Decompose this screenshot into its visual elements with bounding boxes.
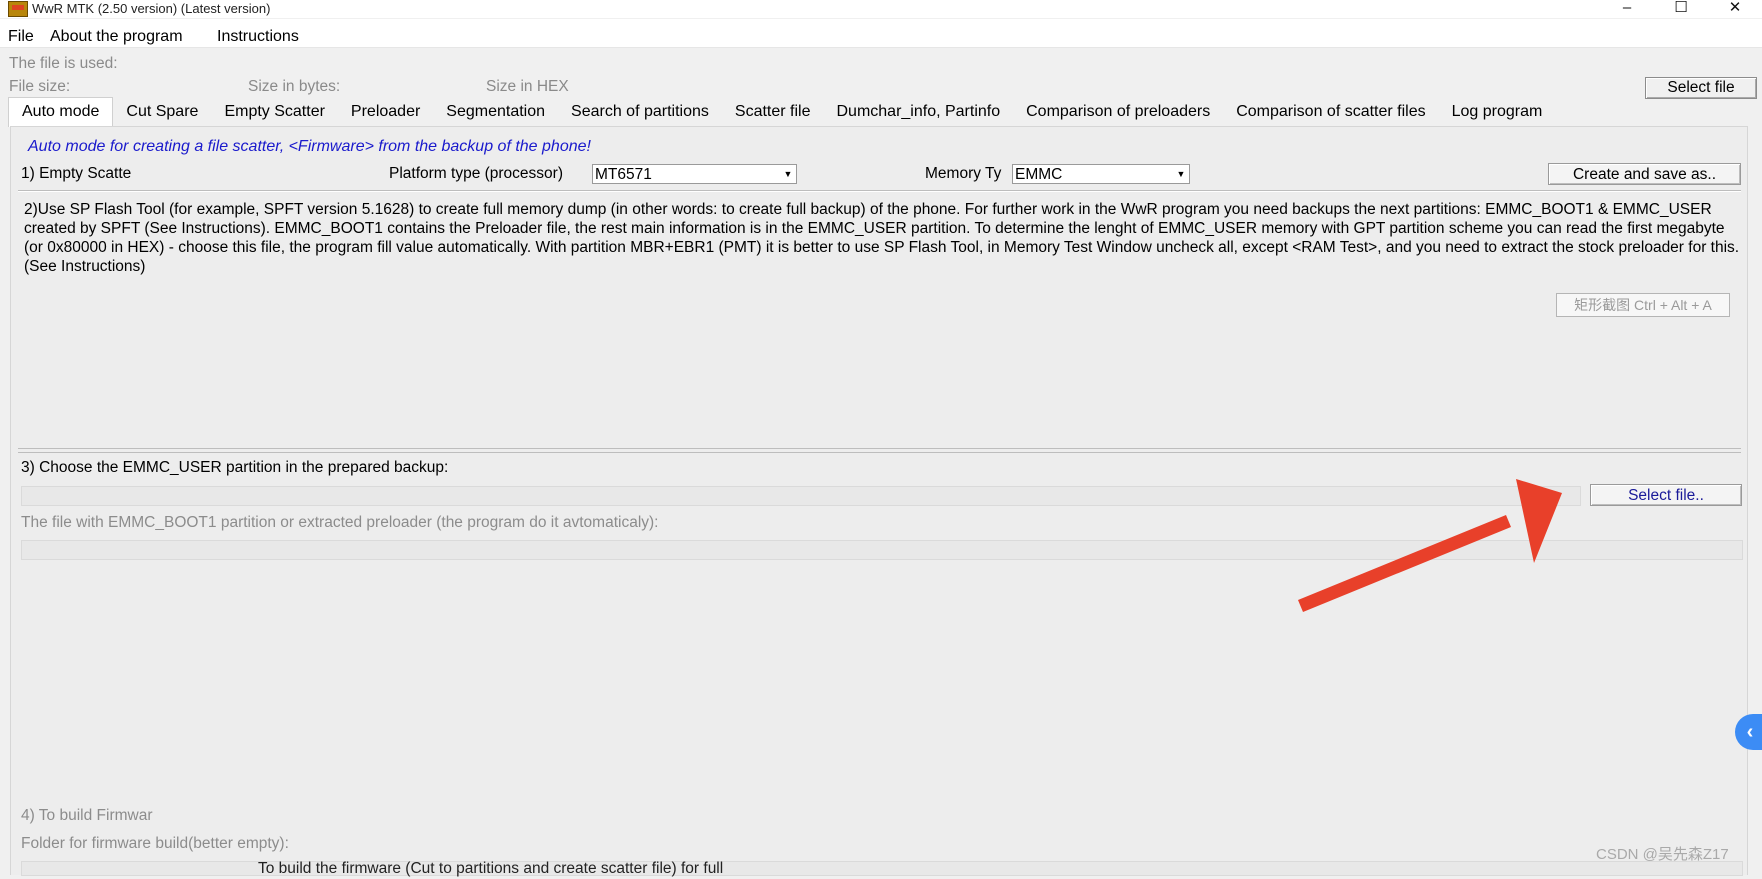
memory-type-value: EMMC xyxy=(1015,166,1063,183)
select-emmc-user-button[interactable]: Select file.. xyxy=(1590,484,1742,506)
file-used-label: The file is used: xyxy=(9,55,118,72)
platform-select[interactable]: MT6571 xyxy=(592,164,797,184)
file-size-label: File size: xyxy=(9,78,71,95)
tab-preloader[interactable]: Preloader xyxy=(338,99,433,127)
auto-mode-heading: Auto mode for creating a file scatter, <… xyxy=(28,138,591,155)
tab-strip: Auto mode Cut Spare Empty Scatter Preloa… xyxy=(8,97,1556,127)
menu-file[interactable]: File xyxy=(8,27,34,47)
divider xyxy=(18,452,1741,453)
size-bytes-label: Size in bytes: xyxy=(248,78,341,95)
tab-cut-spare[interactable]: Cut Spare xyxy=(113,99,211,127)
dropdown-arrow-icon xyxy=(1175,168,1187,180)
tab-auto-mode[interactable]: Auto mode xyxy=(8,97,114,127)
maximize-button[interactable]: ☐ xyxy=(1658,0,1704,18)
step1-label: 1) Empty Scatte xyxy=(21,165,132,182)
build-firmware-button[interactable]: To build the firmware (Cut to partitions… xyxy=(258,859,723,879)
memory-type-select[interactable]: EMMC xyxy=(1012,164,1190,184)
tab-search-partitions[interactable]: Search of partitions xyxy=(558,99,722,127)
divider xyxy=(18,191,1741,192)
platform-label: Platform type (processor) xyxy=(389,165,563,182)
tab-empty-scatter[interactable]: Empty Scatter xyxy=(211,99,337,127)
step3-label: 3) Choose the EMMC_USER partition in the… xyxy=(21,459,449,476)
arrow-head xyxy=(1516,479,1562,563)
window-title: WwR MTK (2.50 version) (Latest version) xyxy=(32,1,271,16)
divider xyxy=(18,448,1741,449)
boot1-label: The file with EMMC_BOOT1 partition or ex… xyxy=(21,514,659,531)
app-logo-icon xyxy=(8,1,28,17)
minimize-button[interactable]: – xyxy=(1604,0,1650,18)
red-arrow-annotation xyxy=(1298,479,1562,612)
screenshot-tooltip: 矩形截图 Ctrl + Alt + A xyxy=(1556,293,1730,317)
close-button[interactable]: ✕ xyxy=(1712,0,1758,18)
tab-dumchar-info[interactable]: Dumchar_info, Partinfo xyxy=(823,99,1013,127)
platform-value: MT6571 xyxy=(595,166,652,183)
tab-scatter-file[interactable]: Scatter file xyxy=(722,99,824,127)
tab-segmentation[interactable]: Segmentation xyxy=(433,99,558,127)
menu-instructions[interactable]: Instructions xyxy=(217,27,299,47)
menu-about[interactable]: About the program xyxy=(50,27,183,47)
dropdown-arrow-icon xyxy=(782,168,794,180)
step4-label: 4) To build Firmwar xyxy=(21,807,153,824)
tab-comparison-preloaders[interactable]: Comparison of preloaders xyxy=(1013,99,1223,127)
size-hex-label: Size in HEX xyxy=(486,78,569,95)
firmware-folder-label: Folder for firmware build(better empty): xyxy=(21,835,289,852)
tab-log-program[interactable]: Log program xyxy=(1439,99,1556,127)
step2-instructions: 2)Use SP Flash Tool (for example, SPFT v… xyxy=(24,201,1744,275)
arrow-shaft xyxy=(1298,515,1511,612)
create-save-button[interactable]: Create and save as.. xyxy=(1548,163,1741,185)
memory-type-label: Memory Ty xyxy=(925,165,1002,182)
watermark: CSDN @吴先森Z17 xyxy=(1596,846,1729,863)
select-file-button[interactable]: Select file xyxy=(1645,77,1757,99)
tab-comparison-scatter[interactable]: Comparison of scatter files xyxy=(1223,99,1438,127)
